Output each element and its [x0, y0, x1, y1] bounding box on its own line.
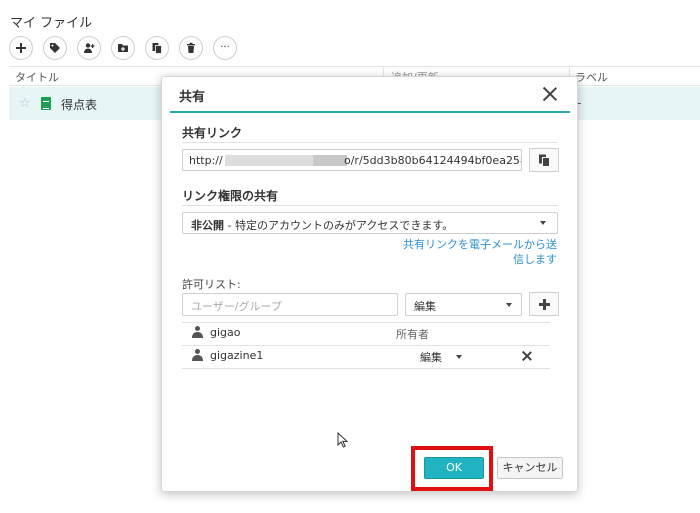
permission-value: 非公開 [191, 219, 224, 232]
chevron-down-icon [506, 303, 512, 307]
column-header-label[interactable]: ラベル [575, 69, 608, 85]
file-name[interactable]: 得点表 [61, 96, 97, 113]
remove-user-icon[interactable] [522, 351, 532, 361]
star-icon[interactable]: ☆ [19, 96, 31, 111]
tag-icon [50, 43, 60, 53]
more-icon: ··· [220, 42, 230, 53]
link-permission-select[interactable]: 非公開 - 特定のアカウントのみがアクセスできます。 [182, 212, 558, 234]
close-icon[interactable] [541, 85, 559, 103]
toolbar: ··· [9, 36, 237, 60]
chevron-down-icon [456, 355, 462, 359]
copy-icon [539, 154, 550, 167]
page-title: マイ ファイル [10, 16, 93, 31]
section-divider [182, 142, 558, 143]
trash-icon [187, 42, 195, 53]
share-link-field[interactable]: http:// o/r/5dd3b80b64124494bf0ea258e818… [182, 149, 522, 171]
add-icon [16, 43, 26, 53]
more-button[interactable]: ··· [213, 36, 237, 60]
chevron-down-icon [540, 221, 546, 225]
user-role-select[interactable]: 編集 [420, 349, 462, 365]
dialog-header: 共有 [162, 77, 577, 113]
section-divider [182, 205, 558, 206]
role-select[interactable]: 編集 [405, 293, 522, 316]
folder-add-icon [118, 44, 128, 52]
delete-button[interactable] [179, 36, 203, 60]
role-value: 編集 [414, 300, 436, 313]
list-divider [182, 368, 550, 369]
dialog-title: 共有 [179, 90, 206, 105]
user-name: gigazine1 [210, 349, 264, 362]
copy-button[interactable] [145, 36, 169, 60]
allow-list-label: 許可リスト: [182, 278, 241, 291]
user-group-input[interactable]: ユーザー/グループ [182, 293, 398, 316]
user-icon [192, 326, 203, 338]
send-email-link[interactable]: 共有リンクを電子メールから送信します [397, 237, 557, 267]
copy-link-button[interactable] [529, 148, 559, 172]
list-item: gigazine1 編集 [182, 346, 550, 368]
redacted-text [313, 155, 347, 166]
list-item: gigao 所有者 [182, 323, 550, 345]
user-name: gigao [210, 326, 241, 339]
permission-description: - 特定のアカウントのみがアクセスできます。 [224, 219, 454, 232]
column-header-title[interactable]: タイトル [15, 69, 59, 85]
ok-button[interactable]: OK [424, 457, 484, 479]
user-role: 所有者 [396, 328, 429, 341]
spreadsheet-icon [41, 97, 51, 110]
link-permission-heading: リンク権限の共有 [182, 189, 279, 203]
add-user-button[interactable] [529, 292, 559, 316]
cancel-button[interactable]: キャンセル [497, 457, 563, 479]
share-link-suffix: o/r/5dd3b80b64124494bf0ea258e818243 [344, 154, 521, 167]
tag-button[interactable] [43, 36, 67, 60]
new-folder-button[interactable] [111, 36, 135, 60]
share-link-prefix: http:// [189, 154, 223, 167]
user-icon [192, 349, 203, 361]
copy-icon [152, 43, 162, 54]
add-user-icon [84, 43, 95, 53]
add-button[interactable] [9, 36, 33, 60]
user-role: 編集 [420, 351, 442, 364]
add-user-button[interactable] [77, 36, 101, 60]
header-underline [170, 111, 570, 113]
share-dialog: 共有 共有リンク http:// o/r/5dd3b80b64124494bf0… [161, 76, 578, 492]
mouse-cursor-icon [337, 432, 348, 448]
share-link-heading: 共有リンク [182, 126, 243, 140]
